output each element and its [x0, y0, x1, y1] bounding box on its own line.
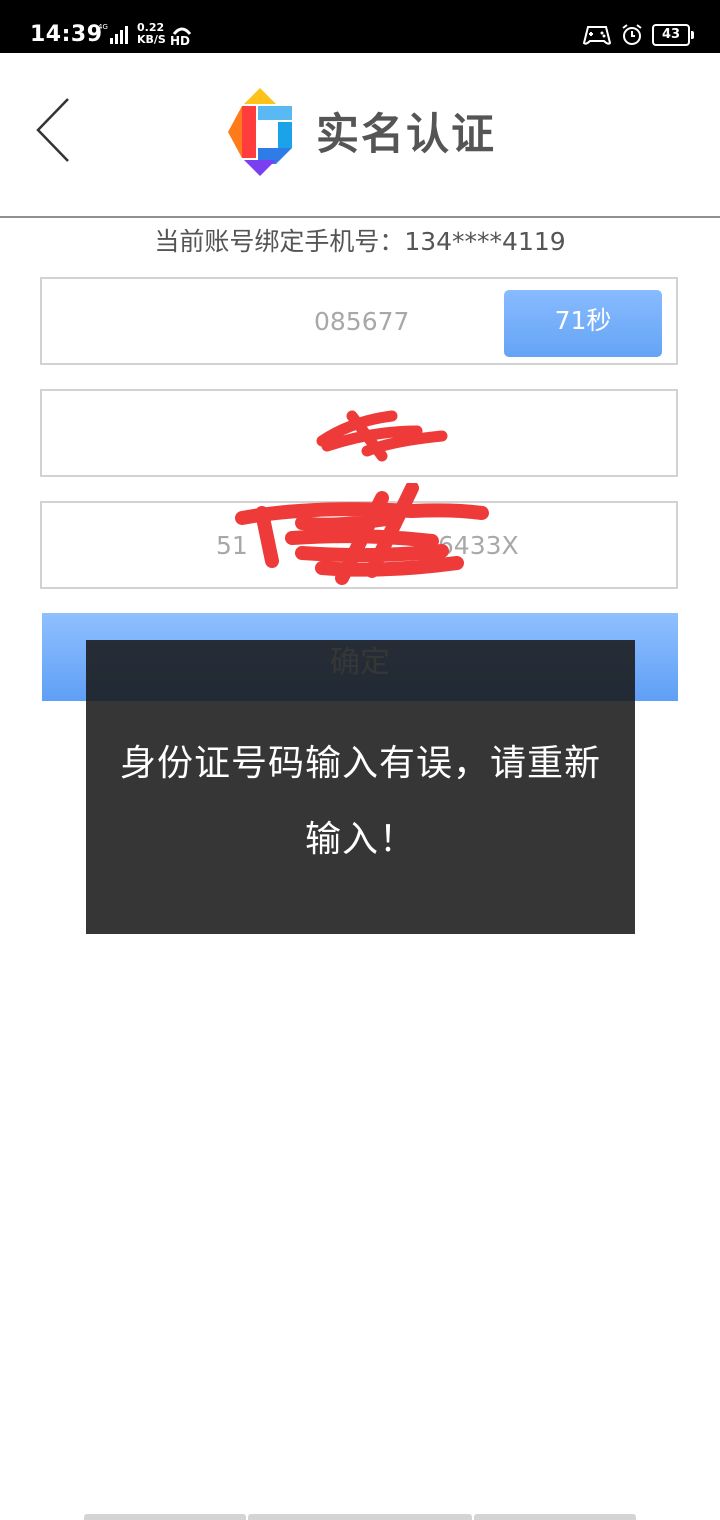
resend-code-button[interactable]: 71秒 [504, 290, 662, 357]
id-number-suffix: 06433X [422, 531, 519, 560]
status-bar: 14:39 4G 0.22 KB/S HD 43 [0, 0, 720, 53]
back-arrow-icon [36, 98, 69, 162]
verification-code-value: 085677 [314, 307, 410, 336]
nav-bar-segment [248, 1514, 472, 1520]
hd-call-icon: HD [170, 22, 194, 48]
signal-type-label: 4G [98, 23, 108, 31]
id-number-field[interactable]: 51 06433X [40, 483, 678, 589]
game-controller-icon [582, 26, 612, 45]
verification-code-field[interactable]: 085677 71秒 [40, 277, 678, 365]
hd-label: HD [170, 34, 191, 48]
alarm-clock-icon [622, 24, 642, 45]
page-title: 实名认证 [316, 110, 496, 160]
nav-bar-segment [474, 1514, 636, 1520]
bound-phone-text: 当前账号绑定手机号：134****4119 [154, 227, 566, 256]
cell-signal-icon: 4G [98, 23, 128, 44]
app-logo-icon [228, 88, 292, 176]
back-button[interactable] [28, 95, 76, 165]
network-speed-unit: KB/S [137, 33, 166, 46]
network-speed: 0.22 KB/S [137, 22, 166, 46]
battery-icon: 43 [652, 24, 694, 46]
status-right-icons: 43 [582, 22, 694, 48]
redaction-scribble [316, 410, 448, 462]
status-time: 14:39 [30, 22, 103, 47]
name-field[interactable] [40, 389, 678, 477]
id-number-prefix: 51 [216, 531, 248, 560]
header-divider [0, 216, 720, 218]
nav-bar-segment [84, 1514, 246, 1520]
error-toast: 身份证号码输入有误，请重新输入！ [86, 640, 635, 934]
